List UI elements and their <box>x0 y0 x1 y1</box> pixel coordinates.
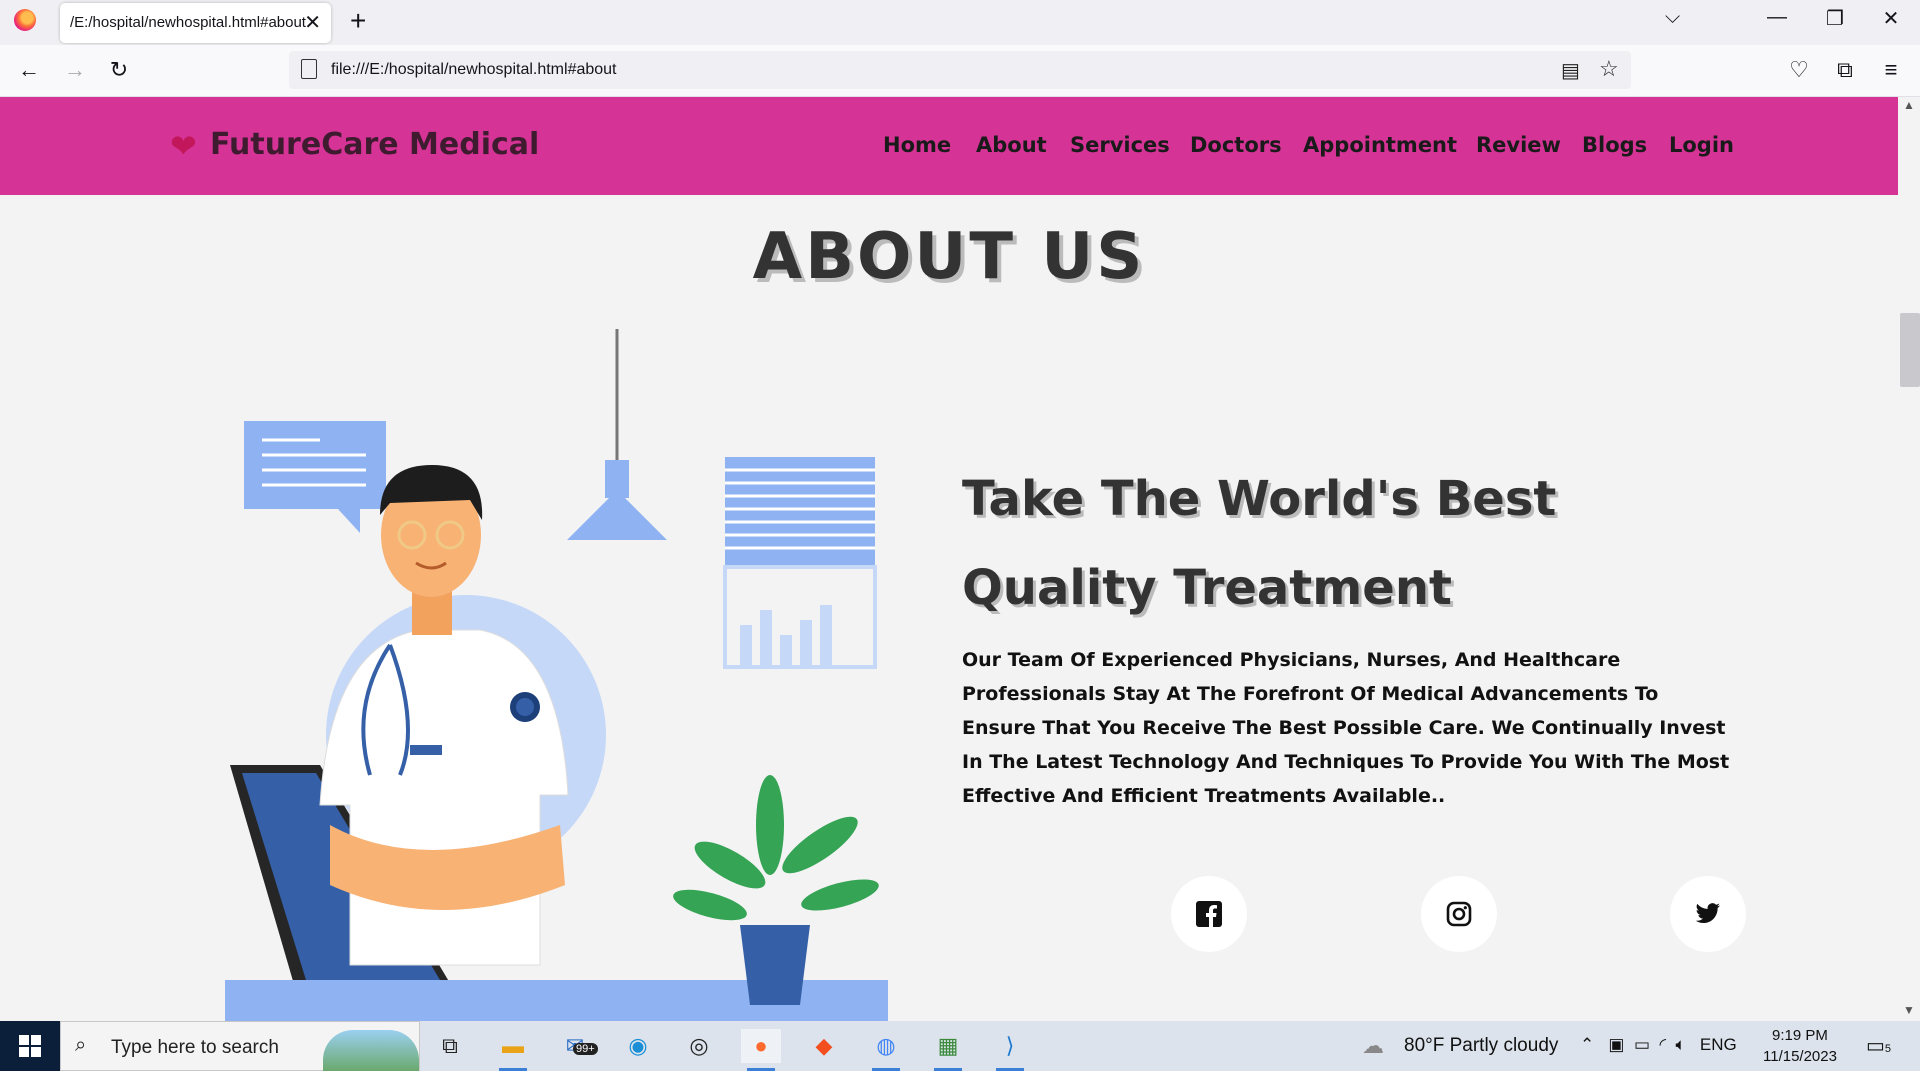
forward-icon[interactable]: → <box>60 57 90 83</box>
mail-badge: 99+ <box>573 1043 598 1055</box>
nav-blogs[interactable]: Blogs <box>1582 133 1647 157</box>
wifi-icon[interactable]: ◜ <box>1659 1035 1666 1054</box>
site-logo[interactable]: FutureCare Medical <box>210 127 539 162</box>
section-title: ABOUT US <box>752 220 1146 294</box>
image-viewer-icon[interactable]: ▦ <box>928 1029 968 1071</box>
system-tray[interactable]: ⌃ ▣ ▭ ◜ 🔈︎ ENG <box>1580 1035 1737 1055</box>
browser-tab-strip: /E:/hospital/newhospital.html#about ✕ + … <box>0 0 1920 45</box>
new-tab-button[interactable]: + <box>350 5 366 37</box>
browser-tab[interactable]: /E:/hospital/newhospital.html#about ✕ <box>60 3 331 43</box>
firefox-taskbar-icon[interactable]: ● <box>741 1029 781 1071</box>
vscode-icon[interactable]: ⟩ <box>990 1029 1030 1071</box>
url-bar[interactable]: file:///E:/hospital/newhospital.html#abo… <box>289 51 1631 89</box>
nav-services[interactable]: Services <box>1070 133 1170 157</box>
tray-chevron-icon[interactable]: ⌃ <box>1580 1035 1594 1054</box>
doctor-illustration <box>225 329 888 1021</box>
facebook-button[interactable] <box>1171 876 1247 952</box>
windows-logo-icon <box>19 1035 41 1057</box>
tray-camera-icon[interactable]: ▣ <box>1608 1035 1624 1054</box>
instagram-button[interactable] <box>1421 876 1497 952</box>
nav-doctors[interactable]: Doctors <box>1190 133 1282 157</box>
scroll-up-icon[interactable]: ▲ <box>1903 98 1915 112</box>
menu-icon[interactable]: ≡ <box>1876 57 1906 83</box>
clock-time: 9:19 PM <box>1772 1027 1828 1044</box>
list-tabs-chevron-icon[interactable]: ⌵ <box>1665 6 1680 29</box>
scrollbar-thumb[interactable] <box>1900 313 1920 387</box>
battery-icon[interactable]: ▭ <box>1634 1035 1650 1054</box>
nav-about[interactable]: About <box>976 133 1047 157</box>
search-placeholder: Type here to search <box>111 1037 279 1058</box>
page-icon <box>301 59 317 79</box>
reader-view-icon[interactable]: ▤ <box>1561 58 1580 83</box>
restore-icon[interactable]: ❐ <box>1820 6 1850 31</box>
notification-count: 5 <box>1884 1043 1892 1055</box>
nav-home[interactable]: Home <box>883 133 951 157</box>
search-icon: ⌕ <box>75 1034 87 1056</box>
notification-icon[interactable]: ▭5 <box>1866 1033 1891 1058</box>
search-highlight-image <box>323 1030 419 1071</box>
reload-icon[interactable]: ↻ <box>104 57 134 83</box>
weather-text[interactable]: 80°F Partly cloudy <box>1404 1035 1558 1057</box>
task-view-icon[interactable]: ⧉ <box>430 1029 470 1063</box>
scroll-down-icon[interactable]: ▼ <box>1903 1003 1915 1017</box>
twitter-button[interactable] <box>1670 876 1746 952</box>
figma-icon[interactable]: ◆ <box>804 1029 844 1063</box>
nav-appointment[interactable]: Appointment <box>1303 133 1457 157</box>
file-explorer-icon[interactable]: ▬ <box>493 1029 533 1071</box>
page-scrollbar[interactable] <box>1898 97 1920 1021</box>
back-icon[interactable]: ← <box>14 57 44 83</box>
browser-toolbar: ← → ↻ file:///E:/hospital/newhospital.ht… <box>0 45 1920 97</box>
taskbar-search[interactable]: ⌕ Type here to search <box>60 1021 420 1071</box>
clock[interactable]: 9:19 PM 11/15/2023 <box>1763 1025 1837 1067</box>
mail-icon[interactable]: ✉ 99+ <box>555 1029 598 1063</box>
chrome-icon[interactable]: ◍ <box>866 1029 906 1071</box>
weather-icon: ☁ <box>1362 1033 1384 1058</box>
about-headline: Take The World's Best Quality Treatment <box>962 471 1557 616</box>
volume-icon[interactable]: 🔈︎ <box>1676 1035 1686 1054</box>
extensions-icon[interactable]: ⧉ <box>1830 57 1860 83</box>
language-indicator[interactable]: ENG <box>1700 1035 1737 1054</box>
dell-icon[interactable]: ◎ <box>679 1029 719 1063</box>
windows-taskbar: ⌕ Type here to search ⧉ ▬ ✉ 99+ ◉ ◎ ● ◆ … <box>0 1021 1920 1071</box>
close-tab-icon[interactable]: ✕ <box>304 10 321 35</box>
about-paragraph: Our Team Of Experienced Physicians, Nurs… <box>962 649 1730 807</box>
nav-login[interactable]: Login <box>1669 133 1734 157</box>
pocket-icon[interactable]: ♡ <box>1784 57 1814 83</box>
nav-review[interactable]: Review <box>1476 133 1561 157</box>
edge-icon[interactable]: ◉ <box>618 1029 658 1063</box>
tab-title: /E:/hospital/newhospital.html#about <box>70 14 306 31</box>
clock-date: 11/15/2023 <box>1763 1048 1837 1065</box>
heartbeat-logo-icon: ❤ <box>170 128 197 164</box>
firefox-icon <box>14 9 36 31</box>
start-button[interactable] <box>0 1021 60 1071</box>
site-header: ❤ FutureCare Medical Home About Services… <box>0 97 1898 195</box>
twitter-icon <box>1695 903 1720 923</box>
bookmark-star-icon[interactable]: ☆ <box>1599 56 1619 82</box>
minimize-icon[interactable]: — <box>1762 6 1792 29</box>
url-text[interactable]: file:///E:/hospital/newhospital.html#abo… <box>331 61 617 79</box>
instagram-icon <box>1446 901 1472 927</box>
close-window-icon[interactable]: ✕ <box>1876 6 1906 31</box>
facebook-icon <box>1196 901 1222 927</box>
